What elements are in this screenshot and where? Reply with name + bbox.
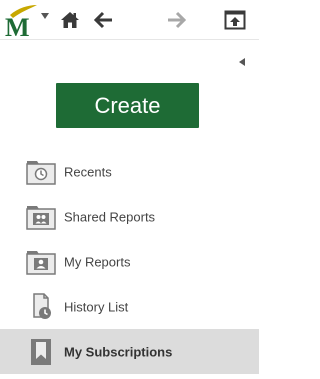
collapse-arrow-icon[interactable]: [237, 57, 247, 67]
nav-label-history-list: History List: [64, 299, 129, 314]
nav-label-my-reports: My Reports: [64, 254, 131, 269]
home-button[interactable]: [58, 8, 82, 32]
nav-label-shared-reports: Shared Reports: [64, 209, 156, 224]
navigation-panel: Create Recents Shared Reports My Reports…: [0, 41, 259, 379]
shared-folder-icon: [26, 205, 56, 230]
back-arrow-icon: [94, 11, 112, 29]
nav-item-history-list[interactable]: History List: [0, 284, 259, 329]
subscriptions-icon: [31, 338, 51, 365]
forward-button[interactable]: [164, 8, 188, 32]
user-folder-icon: [26, 250, 56, 275]
svg-text:M: M: [5, 13, 30, 38]
nav-item-my-subscriptions[interactable]: My Subscriptions: [0, 329, 259, 374]
history-list-icon: [33, 292, 51, 319]
nav-item-shared-reports[interactable]: Shared Reports: [0, 194, 259, 239]
nav-label-recents: Recents: [64, 164, 112, 179]
back-button[interactable]: [92, 8, 116, 32]
forward-arrow-icon: [168, 11, 186, 29]
create-button[interactable]: Create: [56, 83, 199, 128]
logo-icon[interactable]: M: [4, 2, 40, 38]
upload-button[interactable]: [223, 8, 247, 32]
toolbar: M: [0, 0, 259, 40]
dropdown-caret-icon[interactable]: [40, 11, 50, 21]
nav-item-my-reports[interactable]: My Reports: [0, 239, 259, 284]
nav-label-my-subscriptions: My Subscriptions: [64, 344, 173, 359]
nav-list: Recents Shared Reports My Reports Histor…: [0, 149, 259, 374]
recents-folder-icon: [26, 160, 56, 185]
upload-folder-icon: [224, 10, 246, 30]
nav-item-recents[interactable]: Recents: [0, 149, 259, 194]
home-icon: [61, 12, 79, 28]
